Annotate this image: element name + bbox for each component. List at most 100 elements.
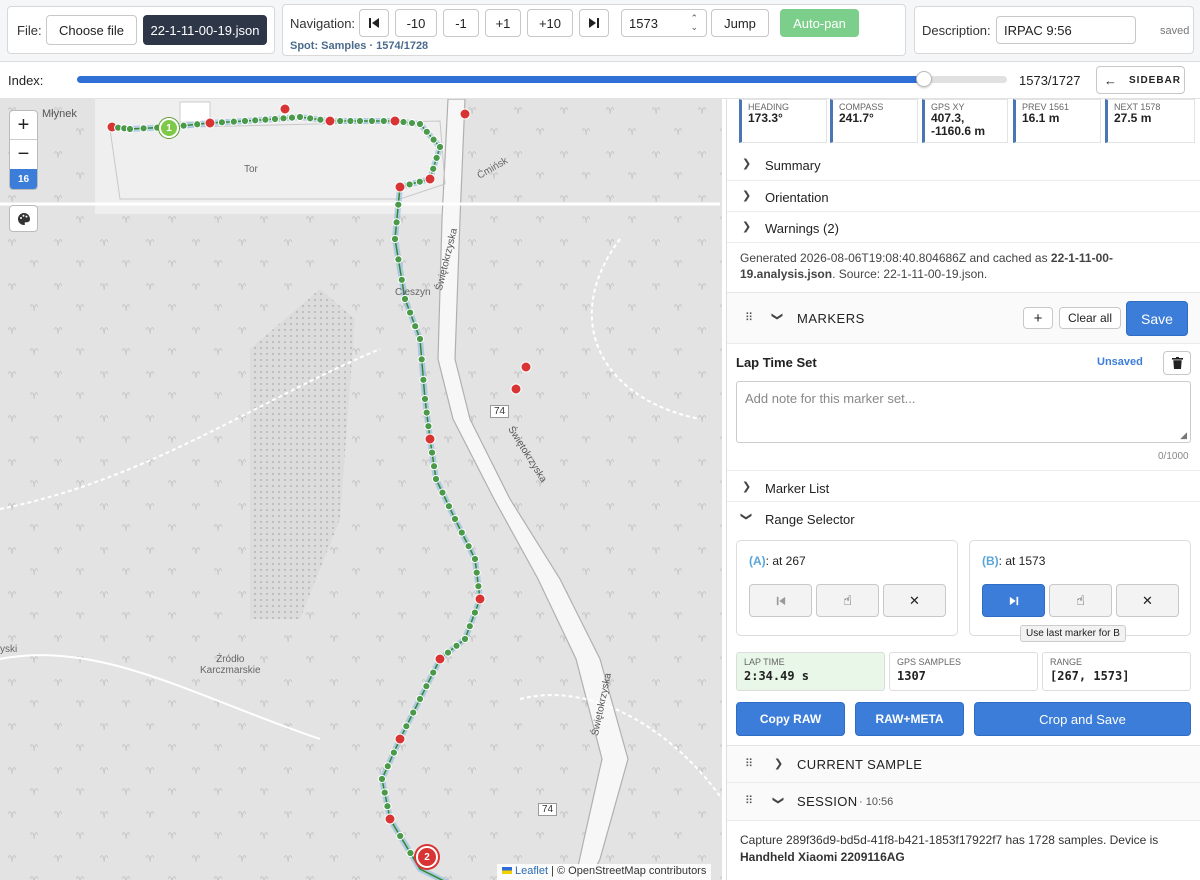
save-markers-button[interactable]: Save [1126, 301, 1188, 336]
track-sample-point [415, 119, 425, 129]
track-sample-point [432, 153, 441, 162]
chevron-right-icon: ❯ [742, 221, 752, 233]
drag-handle-icon[interactable]: ⠿ [745, 311, 753, 324]
track-sample-point [431, 474, 441, 484]
track-sample-point [380, 788, 389, 797]
back-1-button[interactable]: -1 [443, 9, 479, 37]
file-label: File: [17, 23, 42, 38]
chevron-down-icon[interactable]: ❯ [771, 312, 784, 321]
stat-gps-samples: GPS SAMPLES 1307 [889, 652, 1038, 691]
range-a-title: (A): at 267 [749, 554, 806, 568]
add-marker-button[interactable]: + [1023, 307, 1053, 329]
leaflet-link[interactable]: Leaflet [515, 865, 548, 877]
track-sample-point [419, 375, 428, 384]
sidebar-toggle-button[interactable]: ← SIDEBAR [1096, 66, 1185, 94]
index-number-input[interactable]: 1573 ⌃ ⌄ [621, 9, 707, 37]
track-sample-point [270, 114, 280, 124]
close-icon: ✕ [909, 592, 920, 608]
track-sample-point [379, 116, 388, 126]
session-header[interactable]: ⠿ ❯ SESSION · 10:56 [727, 783, 1200, 821]
back-10-button[interactable]: -10 [395, 9, 437, 37]
track-sample-point [240, 116, 250, 126]
range-a-pointer-button[interactable]: ☝ [816, 584, 879, 617]
stat-range: RANGE [267, 1573] [1042, 652, 1191, 691]
marker-1[interactable]: 1 [159, 118, 179, 138]
track-sample-point [405, 180, 414, 189]
index-bar: Index: 1573/1727 ← SIDEBAR [0, 62, 1200, 99]
track-sample-point [394, 255, 403, 264]
auto-pan-button[interactable]: Auto-pan [780, 9, 859, 37]
track-sample-point [464, 542, 473, 551]
drag-handle-icon[interactable]: ⠿ [745, 757, 753, 770]
hand-pointer-icon: ☝ [843, 592, 852, 608]
track-sample-point [429, 462, 439, 471]
note-textarea[interactable]: Add note for this marker set... ◢ [736, 381, 1191, 443]
raw-meta-button[interactable]: RAW+META [855, 702, 964, 736]
zoom-out-button[interactable]: − [10, 140, 37, 169]
crop-and-save-button[interactable]: Crop and Save [974, 702, 1191, 736]
track-sample-point [367, 116, 376, 126]
track-sample-point [394, 200, 403, 209]
resize-handle-icon: ◢ [1180, 430, 1187, 440]
range-a-clear-button[interactable]: ✕ [883, 584, 946, 617]
track-sample-point [429, 164, 438, 173]
summary-section[interactable]: ❯ Summary [727, 149, 1200, 181]
track-sample-point [415, 334, 425, 344]
track-sample-point [279, 114, 288, 123]
track-stop-point [279, 103, 291, 115]
range-b-pointer-button[interactable]: ☝ [1049, 584, 1112, 617]
track-stop-point [389, 115, 401, 127]
index-slider-thumb[interactable] [915, 71, 932, 87]
delete-set-button[interactable] [1163, 351, 1191, 375]
warnings-section[interactable]: ❯ Warnings (2) [727, 212, 1200, 243]
tooltip: Use last marker for B [1020, 625, 1126, 642]
skip-first-icon [369, 18, 379, 28]
track-sample-point [355, 116, 365, 126]
zoom-level: 16 [10, 169, 37, 189]
chevron-right-icon: ❯ [774, 758, 784, 770]
skip-first-icon [776, 596, 785, 605]
metric-prev: PREV 1561 16.1 m [1013, 99, 1101, 143]
clear-all-button[interactable]: Clear all [1059, 307, 1121, 329]
session-info: Capture 289f36d9-bd5d-41f8-b421-1853f179… [740, 833, 1159, 864]
hand-pointer-icon: ☝ [1076, 592, 1085, 608]
range-a-first-button[interactable] [749, 584, 812, 617]
orientation-section[interactable]: ❯ Orientation [727, 181, 1200, 212]
drag-handle-icon[interactable]: ⠿ [745, 794, 753, 807]
track-sample-point [229, 117, 238, 126]
forward-1-button[interactable]: +1 [485, 9, 521, 37]
current-sample-header[interactable]: ⠿ ❯ CURRENT SAMPLE [727, 745, 1200, 783]
track-sample-point [407, 118, 417, 128]
navigation-label: Navigation: [290, 16, 356, 31]
first-button[interactable] [359, 9, 389, 37]
description-input[interactable]: IRPAC 9:56 [996, 16, 1136, 44]
track-sample-point [399, 117, 408, 127]
index-number-value: 1573 [629, 15, 658, 31]
range-b-clear-button[interactable]: ✕ [1116, 584, 1179, 617]
zoom-in-button[interactable]: + [10, 111, 37, 140]
spot-status: Spot: Samples · 1574/1728 [290, 40, 429, 52]
index-slider[interactable] [77, 71, 1007, 87]
marker-list-section[interactable]: ❯ Marker List [727, 470, 1200, 502]
track-stop-point [394, 181, 406, 193]
track-sample-point [429, 668, 438, 677]
track-sample-point [261, 115, 270, 124]
stat-lap-time: LAP TIME 2:34.49 s [736, 652, 885, 691]
map-view[interactable]: ♈ ♈ Młynek Tor Ćmińsk Cieszyn Świętokrzy… [0, 99, 722, 880]
sidebar-toggle-label: SIDEBAR [1129, 74, 1182, 86]
range-b-card: (B): at 1573 ☝ ✕ Use last marker for B [969, 540, 1191, 642]
map-attribution: Leaflet | © OpenStreetMap contributors [497, 864, 712, 880]
range-b-last-button[interactable] [982, 584, 1045, 617]
track-sample-point [417, 355, 426, 364]
last-button[interactable] [579, 9, 609, 37]
forward-10-button[interactable]: +10 [527, 9, 573, 37]
map-canvas: ♈ ♈ [0, 99, 722, 880]
track-stop-point [204, 117, 216, 129]
chevron-right-icon: ❯ [742, 190, 752, 202]
marker-2[interactable]: 2 [416, 846, 438, 868]
jump-button[interactable]: Jump [711, 9, 769, 37]
copy-raw-button[interactable]: Copy RAW [736, 702, 845, 736]
range-selector-section[interactable]: ❯ Range Selector [727, 502, 1200, 534]
choose-file-button[interactable]: Choose file [46, 15, 137, 45]
style-button[interactable] [9, 205, 38, 232]
